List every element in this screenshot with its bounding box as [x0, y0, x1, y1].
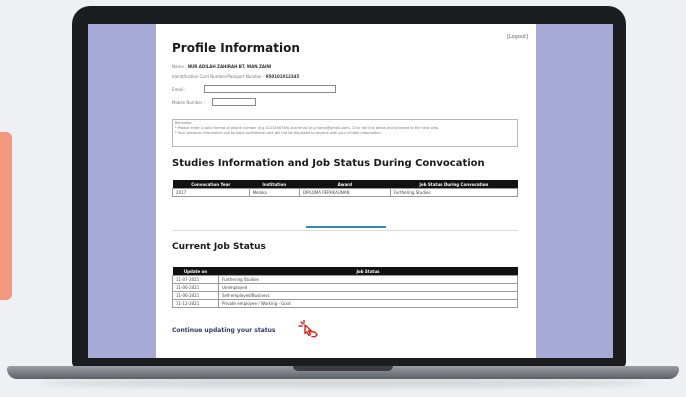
job-status-date: 11-06-2021 [172, 291, 219, 300]
job-status-header-row: Update on Job Status [172, 267, 518, 276]
mobile-number-field[interactable] [212, 98, 256, 106]
studies-header-institution: Institution [249, 180, 300, 189]
studies-header-row: Convocation Year Institution Award Job S… [172, 180, 518, 189]
table-row: 11-12-2021 Private employee / Working - … [172, 299, 518, 308]
laptop-shadow [40, 379, 646, 387]
job-status-table: Update on Job Status 11-07-2021 Furtheri… [172, 267, 518, 308]
studies-cell-job-status: Furthering Studies [389, 188, 519, 197]
studies-header-award: Award [299, 180, 391, 189]
email-label: Email : [172, 87, 186, 92]
ic-label: Identification Card Number/Passport Numb… [172, 74, 265, 79]
section-divider [172, 230, 518, 231]
job-status-date: 11-12-2021 [172, 299, 219, 308]
side-accent-card [0, 132, 12, 300]
laptop-base-notch [293, 366, 393, 371]
continue-updating-status-link[interactable]: Continue updating your status [172, 327, 275, 334]
job-status-value: Furthering Studies [218, 275, 518, 284]
studies-cell-year: 2017 [172, 188, 250, 197]
studies-cell-institution: Melaka [248, 188, 300, 197]
reminder-line-2: * Your personal information will be kept… [175, 131, 382, 135]
hand-pointer-click-icon [298, 320, 318, 338]
studies-cell-award: DIPLOMA PERAKAUNAN [298, 188, 391, 197]
job-status-value: Private employee / Working - Govt [218, 299, 518, 308]
studies-header-job-status: Job Status During Convocation [390, 180, 518, 189]
job-status-date: 11-07-2021 [172, 275, 219, 284]
profile-page: [Logout] Profile Information Name : NUR … [156, 24, 536, 358]
laptop-screen: [Logout] Profile Information Name : NUR … [88, 24, 613, 358]
current-job-status-title: Current Job Status [172, 242, 266, 252]
name-row: Name : NUR ADILAH ZAHIRAH BT. WAN ZAINI [172, 64, 271, 69]
email-field[interactable] [204, 85, 336, 93]
job-status-value: Self-employed/Business [218, 291, 518, 300]
studies-header-year: Convocation Year [172, 180, 250, 189]
studies-section-title: Studies Information and Job Status Durin… [172, 158, 485, 169]
page-title: Profile Information [172, 41, 300, 55]
section-divider-accent [306, 226, 386, 228]
table-row: 11-06-2021 Self-employed/Business [172, 291, 518, 300]
table-row: 11-07-2021 Furthering Studies [172, 275, 518, 284]
reminder-box: Reminder * Please enter a valid format o… [172, 119, 518, 147]
name-value: NUR ADILAH ZAHIRAH BT. WAN ZAINI [187, 64, 272, 69]
table-row: 2017 Melaka DIPLOMA PERAKAUNAN Furtherin… [172, 188, 519, 197]
job-status-header-status: Job Status [218, 267, 518, 276]
name-label: Name : [172, 64, 187, 69]
studies-table: Convocation Year Institution Award Job S… [172, 180, 519, 197]
job-status-header-date: Update on [172, 267, 219, 276]
mobile-label: Mobile Number : [172, 100, 206, 105]
job-status-value: Unemployed [218, 283, 518, 292]
logout-link[interactable]: [Logout] [507, 34, 528, 40]
ic-value: 950101012345 [265, 74, 300, 79]
job-status-date: 11-06-2021 [172, 283, 219, 292]
table-row: 11-06-2021 Unemployed [172, 283, 518, 292]
ic-row: Identification Card Number/Passport Numb… [172, 74, 299, 79]
